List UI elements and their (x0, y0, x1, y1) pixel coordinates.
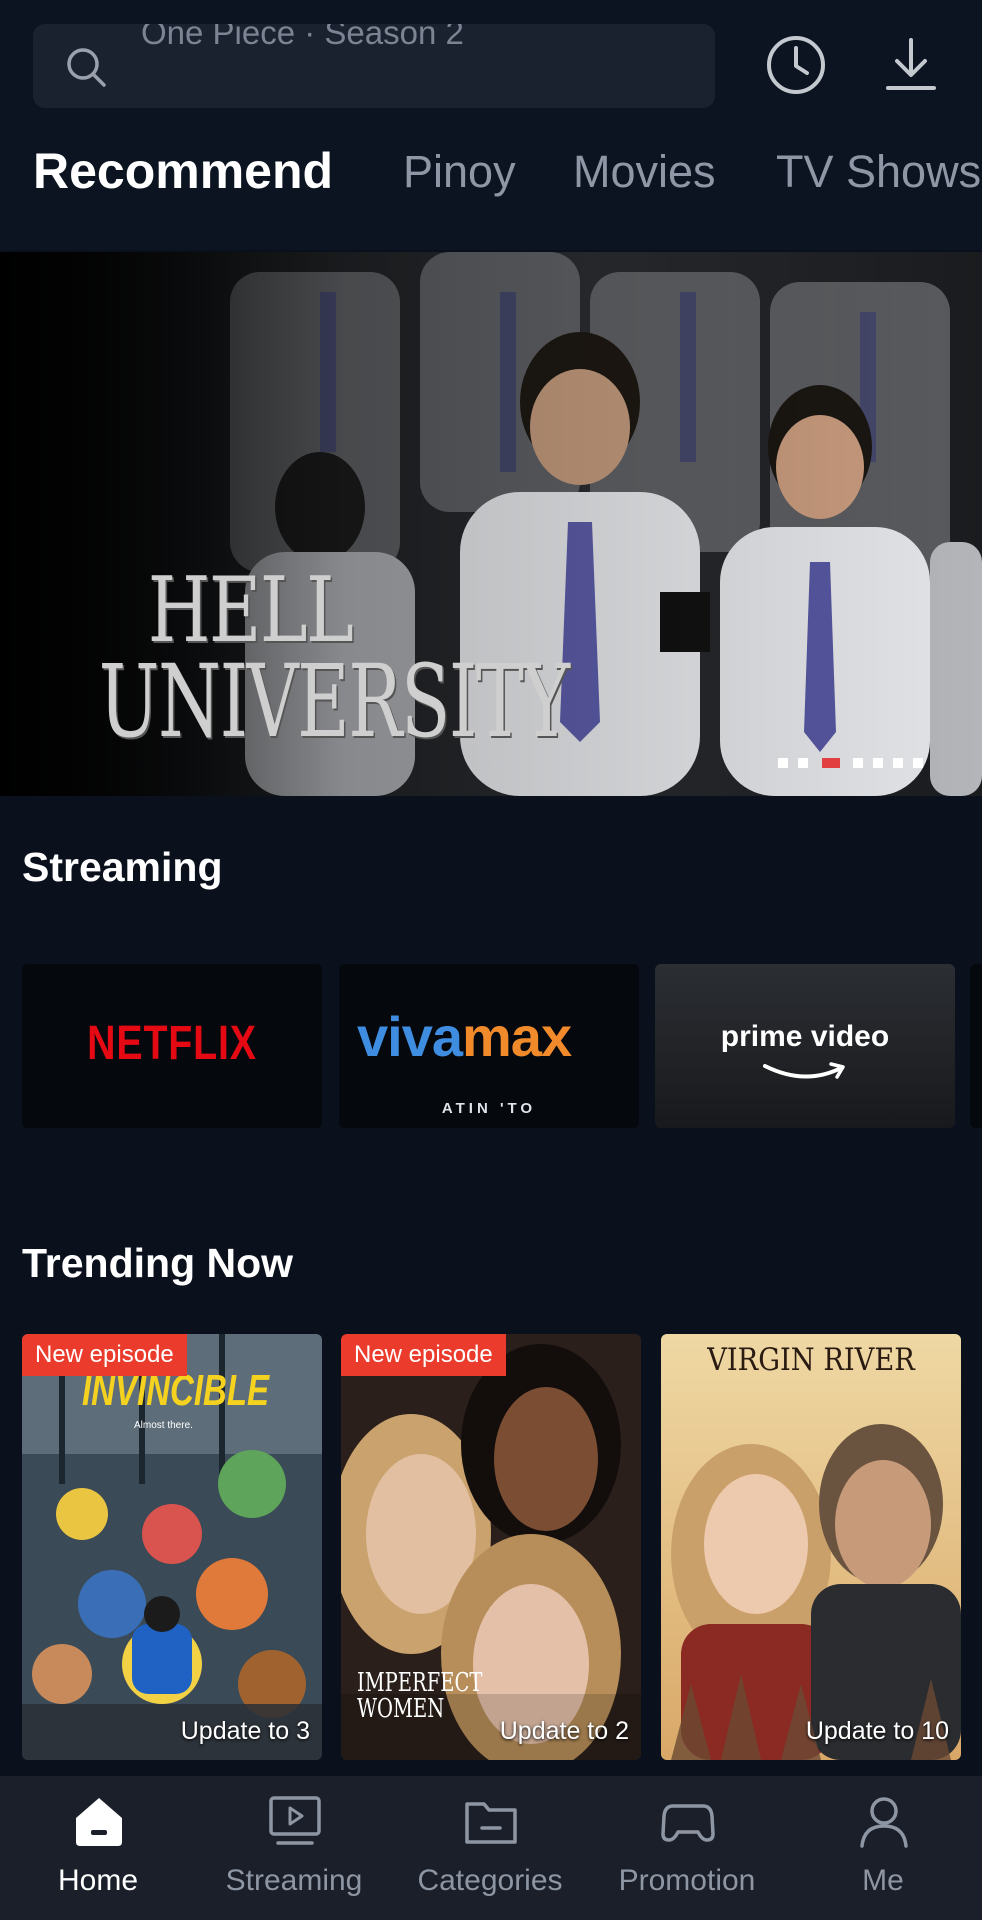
search-placeholder: One Piece · Season 2 (141, 24, 464, 51)
history-clock-icon[interactable] (765, 34, 827, 96)
nav-label-home: Home (57, 1864, 139, 1897)
nav-label-promotion: Promotion (618, 1864, 756, 1897)
new-episode-badge: New episode (22, 1334, 187, 1376)
update-status: Update to 3 (180, 1717, 310, 1745)
trending-item-virgin-river[interactable]: VIRGIN RIVER Update to 10 (661, 1334, 961, 1760)
tab-recommend[interactable]: Recommend (33, 142, 333, 200)
play-screen-icon (269, 1796, 321, 1845)
search-bar[interactable]: One Piece · Season 2 (33, 24, 715, 108)
banner-title-line1: HELL (147, 558, 354, 663)
vivamax-logo-part2: max (462, 1005, 572, 1068)
nav-home[interactable]: Home (0, 1776, 196, 1920)
prime-video-card[interactable]: prime video (655, 964, 955, 1128)
netflix-card[interactable]: NETFLIX (22, 964, 322, 1128)
top-bar: One Piece · Season 2 Recommend Pinoy Mov… (0, 0, 982, 250)
vivamax-logo: vivamax (357, 1004, 572, 1069)
stream-card-partial[interactable] (970, 964, 982, 1128)
update-status: Update to 10 (805, 1717, 949, 1745)
poster-image (661, 1334, 961, 1760)
poster-title-virgin-river: VIRGIN RIVER (707, 1342, 915, 1378)
carousel-dot[interactable] (893, 758, 903, 768)
banner-title-line2: UNIVERSITY (98, 642, 570, 760)
nav-label-categories: Categories (417, 1864, 563, 1897)
amazon-smile-icon (763, 1062, 845, 1079)
carousel-dot[interactable] (778, 758, 788, 768)
new-episode-badge: New episode (341, 1334, 506, 1376)
app-root: One Piece · Season 2 Recommend Pinoy Mov… (0, 0, 982, 1920)
poster-title-imperfect-women: IMPERFECT WOMEN (357, 1668, 483, 1724)
banner-title: HELL UNIVERSITY (40, 558, 570, 760)
nav-promotion[interactable]: Promotion (589, 1776, 785, 1920)
vivamax-logo-part1: viva (357, 1005, 463, 1068)
carousel-dot[interactable] (873, 758, 883, 768)
vivamax-tagline: ATIN 'TO (441, 1100, 537, 1117)
streaming-section-title: Streaming (22, 844, 223, 890)
gamepad-icon (661, 1804, 715, 1842)
prime-video-logo: prime video (720, 1020, 890, 1053)
trending-item-invincible[interactable]: INVINCIBLE Almost there. New episode Upd… (22, 1334, 322, 1760)
tab-movies[interactable]: Movies (573, 146, 716, 198)
carousel-dot[interactable] (853, 758, 863, 768)
trending-section-title: Trending Now (22, 1240, 294, 1286)
tab-pinoy[interactable]: Pinoy (403, 146, 516, 198)
carousel-dot-active[interactable] (822, 758, 840, 768)
nav-label-me: Me (862, 1864, 904, 1897)
download-icon[interactable] (880, 34, 942, 96)
nav-streaming[interactable]: Streaming (196, 1776, 392, 1920)
vivamax-card[interactable]: vivamax ATIN 'TO (339, 964, 639, 1128)
folder-icon (465, 1802, 517, 1844)
netflix-logo: NETFLIX (87, 1017, 257, 1070)
home-icon (76, 1798, 122, 1846)
nav-categories[interactable]: Categories (392, 1776, 588, 1920)
bottom-navigation: Home Streaming Categories Promotion Me (0, 1776, 982, 1920)
carousel-dot[interactable] (798, 758, 808, 768)
poster-tagline-invincible: Almost there. (134, 1420, 193, 1431)
trending-item-imperfect-women[interactable]: IMPERFECT WOMEN New episode Update to 2 (341, 1334, 641, 1760)
update-status: Update to 2 (499, 1717, 629, 1745)
nav-me[interactable]: Me (785, 1776, 981, 1920)
user-icon (860, 1797, 908, 1848)
search-icon (67, 48, 106, 87)
tab-tv-shows[interactable]: TV Shows (776, 146, 981, 198)
nav-label-streaming: Streaming (225, 1864, 363, 1897)
carousel-dot[interactable] (913, 758, 923, 768)
